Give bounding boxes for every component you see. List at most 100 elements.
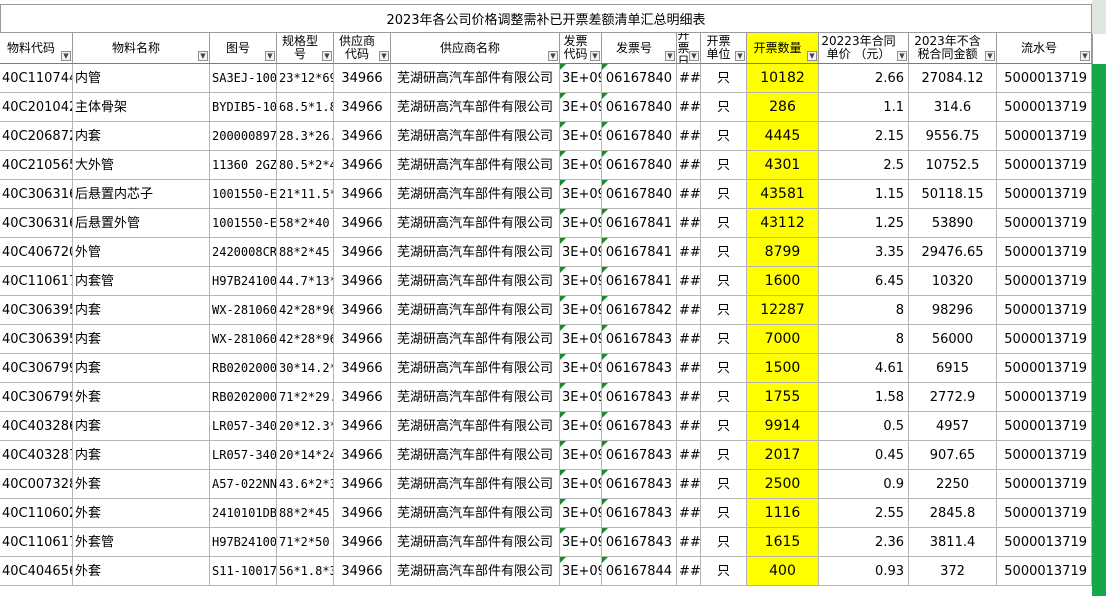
cell-qty[interactable]: 4445 [747, 122, 819, 151]
cell-code[interactable]: 40C210565 [0, 151, 73, 180]
cell-code[interactable]: 40C306395 [0, 325, 73, 354]
column-header-supplier-code[interactable]: 供应商代码 ▼ [334, 33, 391, 64]
column-header-drawing[interactable]: 图号 ▼ [210, 33, 277, 64]
cell-supplier-code[interactable]: 34966 [334, 499, 391, 528]
cell-unit[interactable]: 只 [701, 499, 747, 528]
cell-drawing[interactable]: H97B24100 [210, 267, 277, 296]
cell-supplier-code[interactable]: 34966 [334, 470, 391, 499]
cell-invoice-date[interactable]: ### [677, 412, 701, 441]
cell-amount[interactable]: 10752.5 [909, 151, 997, 180]
cell-invoice-no[interactable]: 06167841 [602, 209, 677, 238]
cell-price[interactable]: 2.15 [819, 122, 909, 151]
cell-drawing[interactable]: BYDIB5-10 [210, 93, 277, 122]
cell-drawing[interactable]: LR057-340 [210, 441, 277, 470]
cell-price[interactable]: 0.45 [819, 441, 909, 470]
cell-price[interactable]: 2.5 [819, 151, 909, 180]
cell-unit[interactable]: 只 [701, 557, 747, 586]
cell-spec[interactable]: 21*11.5* [277, 180, 334, 209]
cell-supplier-code[interactable]: 34966 [334, 267, 391, 296]
cell-price[interactable]: 2.66 [819, 64, 909, 93]
cell-invoice-code[interactable]: 3E+09 [560, 209, 602, 238]
cell-qty[interactable]: 286 [747, 93, 819, 122]
cell-unit[interactable]: 只 [701, 64, 747, 93]
chevron-down-icon[interactable]: ▼ [665, 51, 675, 61]
cell-invoice-no[interactable]: 06167842 [602, 296, 677, 325]
column-header-invoice-no[interactable]: 发票号 ▼ [602, 33, 677, 64]
cell-serial[interactable]: 5000013719 [997, 267, 1092, 296]
cell-invoice-date[interactable]: ### [677, 499, 701, 528]
cell-code[interactable]: 40C306395 [0, 296, 73, 325]
cell-price[interactable]: 1.25 [819, 209, 909, 238]
cell-invoice-no[interactable]: 06167843 [602, 354, 677, 383]
cell-unit[interactable]: 只 [701, 296, 747, 325]
cell-serial[interactable]: 5000013719 [997, 122, 1092, 151]
cell-supplier-name[interactable]: 芜湖研高汽车部件有限公司 [391, 209, 560, 238]
cell-supplier-name[interactable]: 芜湖研高汽车部件有限公司 [391, 151, 560, 180]
cell-supplier-code[interactable]: 34966 [334, 64, 391, 93]
cell-invoice-code[interactable]: 3E+09 [560, 470, 602, 499]
cell-invoice-date[interactable]: ### [677, 354, 701, 383]
cell-price[interactable]: 1.15 [819, 180, 909, 209]
cell-drawing[interactable]: LR057-340 [210, 412, 277, 441]
cell-invoice-no[interactable]: 06167843 [602, 528, 677, 557]
cell-invoice-code[interactable]: 3E+09 [560, 325, 602, 354]
column-header-spec[interactable]: 规格型号 ▼ [277, 33, 334, 64]
cell-invoice-no[interactable]: 06167843 [602, 383, 677, 412]
cell-spec[interactable]: 43.6*2*3 [277, 470, 334, 499]
cell-invoice-date[interactable]: ### [677, 267, 701, 296]
cell-unit[interactable]: 只 [701, 151, 747, 180]
column-header-price[interactable]: 20223年合同单价 （元） ▼ [819, 33, 909, 64]
side-scroll-strip[interactable] [1092, 64, 1106, 596]
cell-code[interactable]: 40C306799 [0, 354, 73, 383]
cell-supplier-code[interactable]: 34966 [334, 209, 391, 238]
cell-amount[interactable]: 29476.65 [909, 238, 997, 267]
cell-name[interactable]: 内套管 [73, 267, 210, 296]
cell-supplier-name[interactable]: 芜湖研高汽车部件有限公司 [391, 325, 560, 354]
cell-unit[interactable]: 只 [701, 325, 747, 354]
cell-amount[interactable]: 907.65 [909, 441, 997, 470]
cell-price[interactable]: 0.93 [819, 557, 909, 586]
cell-code[interactable]: 40C404656 [0, 557, 73, 586]
cell-drawing[interactable]: 1001550-E [210, 180, 277, 209]
cell-qty[interactable]: 400 [747, 557, 819, 586]
cell-spec[interactable]: 68.5*1.8 [277, 93, 334, 122]
cell-supplier-name[interactable]: 芜湖研高汽车部件有限公司 [391, 238, 560, 267]
column-header-serial[interactable]: 流水号 ▼ [997, 33, 1092, 64]
cell-invoice-date[interactable]: ### [677, 209, 701, 238]
cell-code[interactable]: 40C110617 [0, 267, 73, 296]
cell-serial[interactable]: 5000013719 [997, 557, 1092, 586]
cell-invoice-no[interactable]: 06167844 [602, 557, 677, 586]
chevron-down-icon[interactable]: ▼ [1080, 51, 1090, 61]
cell-invoice-date[interactable]: ### [677, 122, 701, 151]
cell-invoice-date[interactable]: ### [677, 441, 701, 470]
cell-spec[interactable]: 80.5*2*4 [277, 151, 334, 180]
cell-invoice-no[interactable]: 06167841 [602, 238, 677, 267]
cell-unit[interactable]: 只 [701, 383, 747, 412]
cell-serial[interactable]: 5000013719 [997, 151, 1092, 180]
column-header-name[interactable]: 物料名称 ▼ [73, 33, 210, 64]
cell-qty[interactable]: 7000 [747, 325, 819, 354]
cell-serial[interactable]: 5000013719 [997, 528, 1092, 557]
cell-name[interactable]: 后悬置外管 [73, 209, 210, 238]
cell-name[interactable]: 外管 [73, 238, 210, 267]
cell-amount[interactable]: 9556.75 [909, 122, 997, 151]
cell-spec[interactable]: 44.7*13* [277, 267, 334, 296]
chevron-down-icon[interactable]: ▼ [265, 51, 275, 61]
cell-name[interactable]: 主体骨架 [73, 93, 210, 122]
cell-supplier-code[interactable]: 34966 [334, 383, 391, 412]
cell-name[interactable]: 内管 [73, 64, 210, 93]
cell-serial[interactable]: 5000013719 [997, 180, 1092, 209]
cell-invoice-code[interactable]: 3E+09 [560, 122, 602, 151]
cell-serial[interactable]: 5000013719 [997, 470, 1092, 499]
cell-drawing[interactable]: 2420008CR [210, 238, 277, 267]
cell-invoice-date[interactable]: ### [677, 383, 701, 412]
chevron-down-icon[interactable]: ▼ [807, 51, 817, 61]
cell-invoice-code[interactable]: 3E+09 [560, 267, 602, 296]
cell-unit[interactable]: 只 [701, 441, 747, 470]
cell-invoice-date[interactable]: ### [677, 238, 701, 267]
cell-serial[interactable]: 5000013719 [997, 383, 1092, 412]
cell-name[interactable]: 后悬置内芯子 [73, 180, 210, 209]
cell-drawing[interactable]: H97B24100 [210, 528, 277, 557]
cell-serial[interactable]: 5000013719 [997, 354, 1092, 383]
cell-drawing[interactable]: WX-281060 [210, 325, 277, 354]
